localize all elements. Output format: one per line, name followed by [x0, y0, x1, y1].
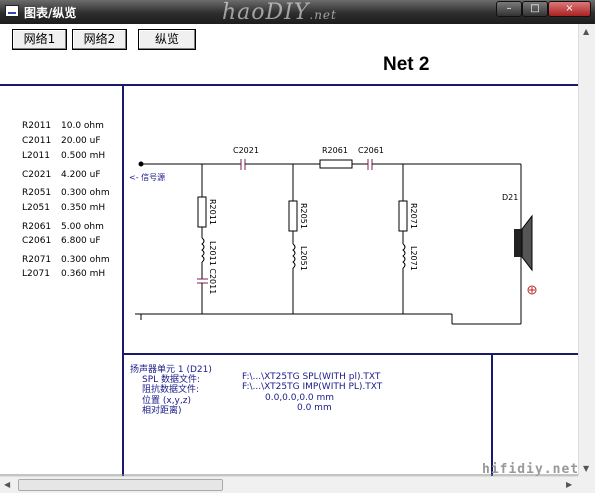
crossover-schematic: C2021 R2061 C2061 D21 <- 信号源 R2011 L2011… — [129, 146, 537, 325]
label-l2051: L2051 — [299, 246, 308, 271]
scroll-corner — [578, 476, 595, 493]
scroll-left-icon[interactable]: ◀ — [4, 480, 10, 489]
source-label: <- 信号源 — [129, 172, 165, 182]
r2061-resistor — [319, 159, 353, 169]
distance-label: 相对距离) — [142, 406, 182, 416]
horizontal-scrollbar[interactable]: ◀ ▶ — [0, 476, 578, 493]
distance-value: 0.0 mm — [297, 403, 332, 413]
position-value: 0.0,0.0,0.0 mm — [265, 393, 335, 403]
label-r2061: R2061 — [322, 146, 348, 155]
l2011-inductor — [201, 237, 205, 263]
scroll-up-icon[interactable]: ▲ — [583, 27, 589, 36]
l2071-inductor — [402, 243, 406, 269]
speaker-d21-icon — [514, 214, 537, 295]
r2071-resistor — [398, 200, 408, 232]
horizontal-scroll-thumb[interactable] — [18, 479, 223, 491]
l2051-inductor — [292, 243, 296, 269]
label-l2011-c2011: L2011 C2011 — [208, 241, 217, 294]
imp-file-value: F:\...\XT25TG IMP(WITH PL).TXT — [242, 382, 383, 392]
r2011-resistor — [197, 196, 207, 228]
label-d21: D21 — [502, 193, 518, 202]
vertical-scrollbar[interactable]: ▲ ▼ — [578, 24, 595, 476]
watermark: hifidiy.net — [482, 462, 580, 477]
label-l2071: L2071 — [409, 246, 418, 271]
scroll-right-icon[interactable]: ▶ — [566, 480, 572, 489]
label-r2011: R2011 — [208, 199, 217, 225]
label-c2061: C2061 — [358, 146, 384, 155]
label-c2021: C2021 — [233, 146, 259, 155]
r2051-resistor — [288, 200, 298, 232]
scroll-down-icon[interactable]: ▼ — [583, 464, 589, 473]
spl-file-value: F:\...\XT25TG SPL(WITH pl).TXT — [242, 372, 381, 382]
label-r2071: R2071 — [409, 203, 418, 229]
label-r2051: R2051 — [299, 203, 308, 229]
